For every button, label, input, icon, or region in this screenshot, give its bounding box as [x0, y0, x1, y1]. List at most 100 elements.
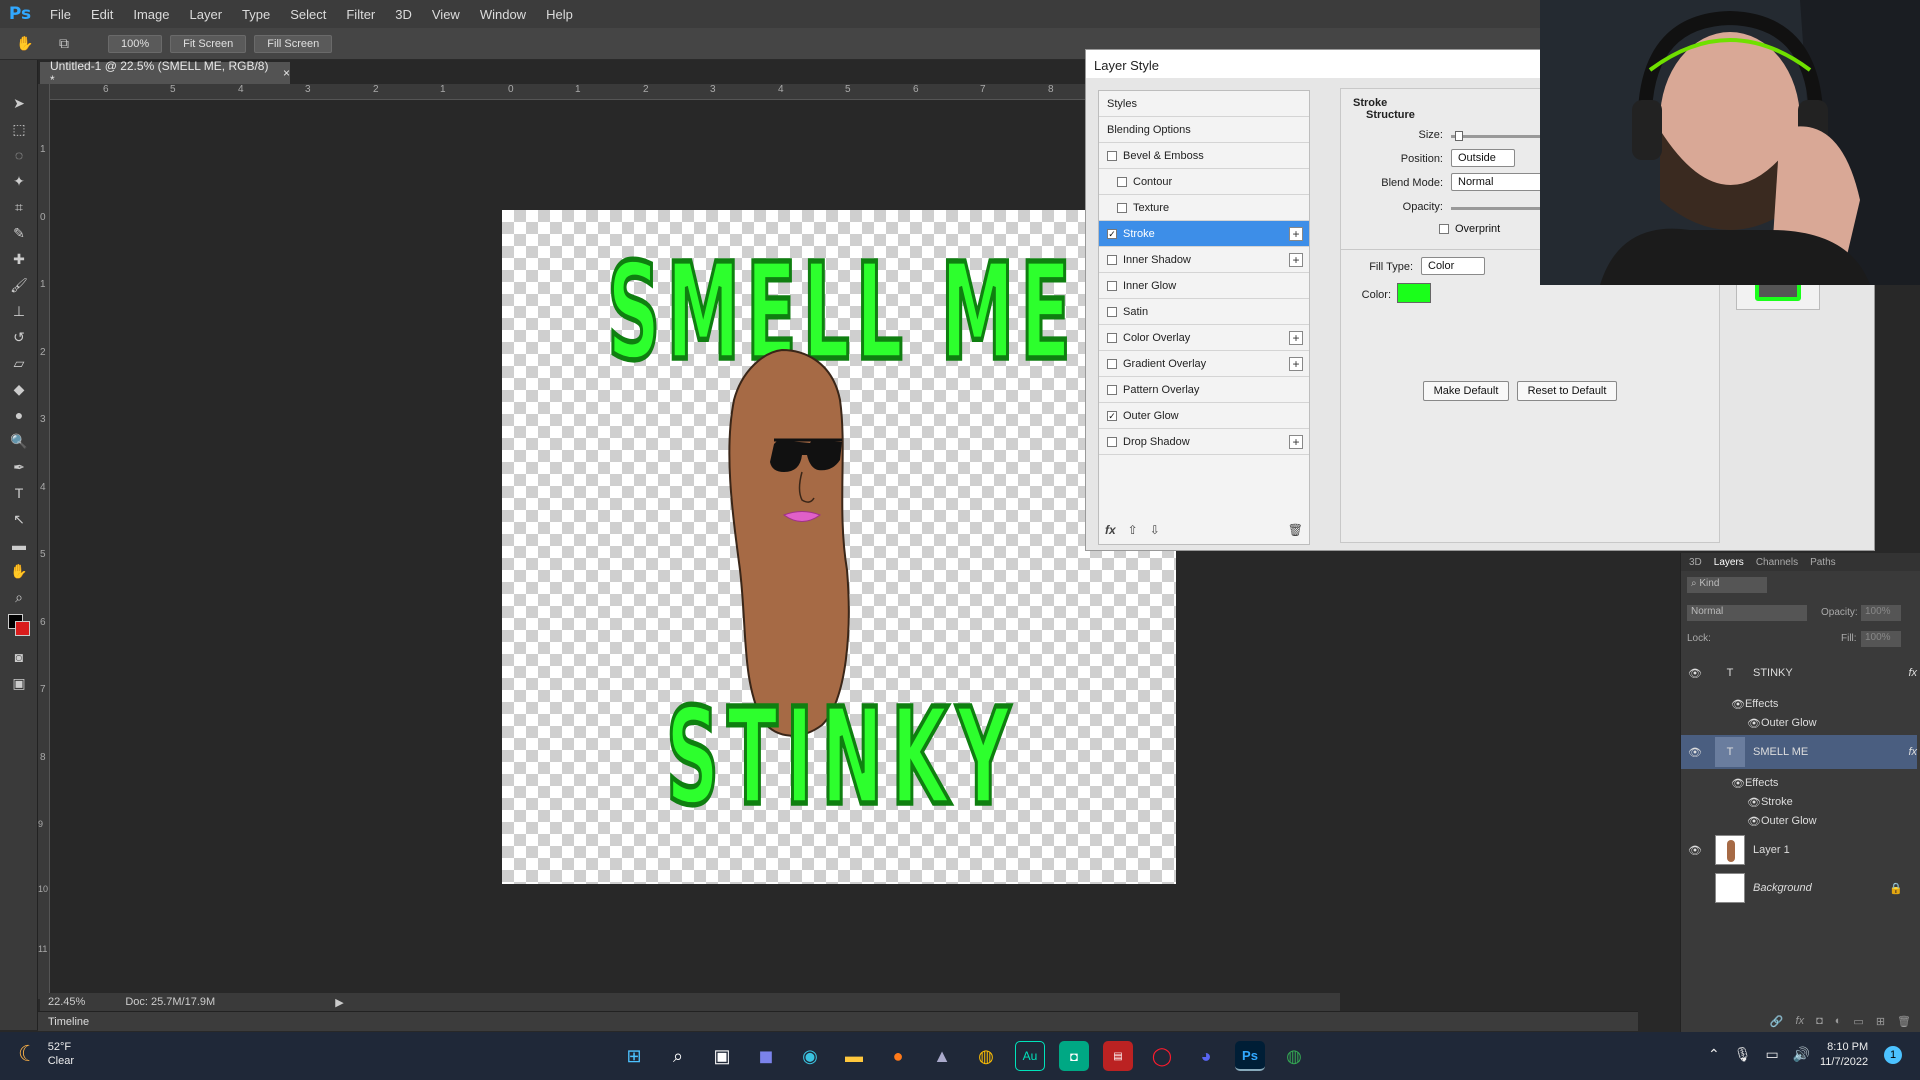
crop-tool-icon[interactable]: ⌗: [0, 194, 38, 220]
delete-layer-icon[interactable]: 🗑: [1897, 1015, 1911, 1028]
tab-channels[interactable]: Channels: [1756, 557, 1798, 568]
new-layer-icon[interactable]: ⊞: [1876, 1015, 1885, 1028]
effect-eye-icon[interactable]: 👁: [1747, 815, 1761, 828]
menu-window[interactable]: Window: [470, 7, 536, 22]
menu-select[interactable]: Select: [280, 7, 336, 22]
checkbox-checked[interactable]: ✓: [1107, 410, 1117, 421]
type-tool-icon[interactable]: T: [0, 480, 38, 506]
timeline-panel[interactable]: Timeline: [38, 1011, 1638, 1031]
lasso-tool-icon[interactable]: ◌: [0, 142, 38, 168]
style-item-drop-shadow[interactable]: Drop Shadow +: [1099, 429, 1309, 455]
weather-widget[interactable]: ☾ 52°F Clear: [18, 1040, 74, 1068]
hand-tool-icon[interactable]: ✋: [0, 558, 38, 584]
marquee-tool-icon[interactable]: ⬚: [0, 116, 38, 142]
eyedropper-tool-icon[interactable]: ✎: [0, 220, 38, 246]
zoom-level[interactable]: 22.45%: [48, 996, 85, 1008]
photos-icon[interactable]: ▲: [927, 1041, 957, 1071]
menu-layer[interactable]: Layer: [180, 7, 233, 22]
color-swatches-icon[interactable]: [0, 610, 38, 644]
add-mask-icon[interactable]: ◘: [1816, 1015, 1823, 1027]
dodge-tool-icon[interactable]: 🔍: [0, 428, 38, 454]
layer-row-background[interactable]: Background 🔒: [1681, 871, 1917, 905]
checkbox[interactable]: [1107, 358, 1117, 369]
adjustment-layer-icon[interactable]: ◐: [1835, 1015, 1842, 1027]
brush-tool-icon[interactable]: 🖌: [0, 272, 38, 298]
move-tool-icon[interactable]: ➤: [0, 90, 38, 116]
add-icon[interactable]: +: [1289, 435, 1303, 449]
opacity-slider[interactable]: [1451, 203, 1551, 213]
tab-layers[interactable]: Layers: [1714, 557, 1744, 568]
delete-icon[interactable]: 🗑: [1288, 523, 1303, 537]
search-icon[interactable]: ⌕: [663, 1041, 693, 1071]
style-item-stroke[interactable]: ✓ Stroke +: [1099, 221, 1309, 247]
checkbox[interactable]: [1107, 332, 1117, 343]
effects-eye-icon[interactable]: 👁: [1731, 698, 1745, 711]
add-icon[interactable]: +: [1289, 357, 1303, 371]
menu-filter[interactable]: Filter: [336, 7, 385, 22]
visibility-eye-icon[interactable]: 👁: [1685, 667, 1705, 680]
blend-mode-select[interactable]: Normal: [1451, 173, 1551, 191]
effect-eye-icon[interactable]: 👁: [1747, 717, 1761, 730]
audition-icon[interactable]: Au: [1015, 1041, 1045, 1071]
pen-tool-icon[interactable]: ✒: [0, 454, 38, 480]
healing-brush-tool-icon[interactable]: ✚: [0, 246, 38, 272]
layer-row-layer-1[interactable]: 👁 Layer 1: [1681, 833, 1917, 867]
style-item-outer-glow[interactable]: ✓ Outer Glow: [1099, 403, 1309, 429]
opacity-field[interactable]: 100%: [1861, 605, 1901, 621]
document-canvas[interactable]: SMELL ME STINKY: [502, 210, 1176, 884]
volume-icon[interactable]: 🔊: [1793, 1046, 1810, 1063]
style-item-color-overlay[interactable]: Color Overlay +: [1099, 325, 1309, 351]
checkbox[interactable]: [1117, 176, 1127, 187]
effects-row[interactable]: 👁 Effects: [1681, 775, 1917, 791]
checkbox[interactable]: [1107, 306, 1117, 317]
menu-help[interactable]: Help: [536, 7, 583, 22]
move-up-icon[interactable]: ⇧: [1128, 523, 1138, 537]
edge-icon[interactable]: ◉: [795, 1041, 825, 1071]
history-brush-tool-icon[interactable]: ↺: [0, 324, 38, 350]
tab-3d[interactable]: 3D: [1689, 557, 1702, 568]
stroke-color-swatch[interactable]: [1397, 283, 1431, 303]
status-arrow-icon[interactable]: ▶: [335, 996, 343, 1009]
layer-row-smell-me[interactable]: 👁 T SMELL ME fx: [1681, 735, 1917, 769]
effect-eye-icon[interactable]: 👁: [1747, 796, 1761, 809]
link-layers-icon[interactable]: 🔗: [1770, 1015, 1784, 1028]
effect-row-outer-glow[interactable]: 👁 Outer Glow: [1681, 813, 1917, 829]
style-item-inner-glow[interactable]: Inner Glow: [1099, 273, 1309, 299]
style-item-contour[interactable]: Contour: [1099, 169, 1309, 195]
network-icon[interactable]: ▭: [1766, 1046, 1779, 1063]
blending-options-item[interactable]: Blending Options: [1099, 117, 1309, 143]
hand-tool-icon[interactable]: ✋: [0, 31, 50, 57]
windows-start-icon[interactable]: ⊞: [619, 1041, 649, 1071]
new-group-icon[interactable]: ▭: [1853, 1015, 1863, 1028]
chrome-icon[interactable]: ◍: [971, 1041, 1001, 1071]
file-explorer-icon[interactable]: ▬: [839, 1041, 869, 1071]
path-selection-tool-icon[interactable]: ↖: [0, 506, 38, 532]
tab-paths[interactable]: Paths: [1810, 557, 1836, 568]
paint-bucket-tool-icon[interactable]: ◆: [0, 376, 38, 402]
make-default-button[interactable]: Make Default: [1423, 381, 1509, 401]
opera-icon[interactable]: ◯: [1147, 1041, 1177, 1071]
effect-row-stroke[interactable]: 👁 Stroke: [1681, 794, 1917, 810]
eraser-tool-icon[interactable]: ▱: [0, 350, 38, 376]
menu-3d[interactable]: 3D: [385, 7, 422, 22]
size-slider[interactable]: [1451, 131, 1551, 141]
style-item-gradient-overlay[interactable]: Gradient Overlay +: [1099, 351, 1309, 377]
checkbox[interactable]: [1107, 280, 1117, 291]
fx-icon[interactable]: fx: [1908, 746, 1917, 758]
rectangle-tool-icon[interactable]: ▬: [0, 532, 38, 558]
menu-edit[interactable]: Edit: [81, 7, 123, 22]
blur-tool-icon[interactable]: ●: [0, 402, 38, 428]
checkbox[interactable]: [1117, 202, 1127, 213]
microphone-icon[interactable]: 🎙: [1734, 1046, 1752, 1063]
app-icon[interactable]: ◘: [1059, 1041, 1089, 1071]
add-icon[interactable]: +: [1289, 253, 1303, 267]
overprint-option[interactable]: Overprint: [1439, 223, 1500, 235]
fx-icon[interactable]: fx: [1908, 667, 1917, 679]
document-tab[interactable]: Untitled-1 @ 22.5% (SMELL ME, RGB/8) * ×: [40, 59, 290, 87]
clock[interactable]: 8:10 PM 11/7/2022: [1820, 1040, 1868, 1070]
voicemeeter-icon[interactable]: ▤: [1103, 1041, 1133, 1071]
add-style-icon[interactable]: fx: [1796, 1015, 1805, 1027]
filter-kind-select[interactable]: ⌕ Kind: [1687, 577, 1767, 593]
fill-screen-button[interactable]: Fill Screen: [254, 34, 333, 53]
menu-image[interactable]: Image: [123, 7, 179, 22]
